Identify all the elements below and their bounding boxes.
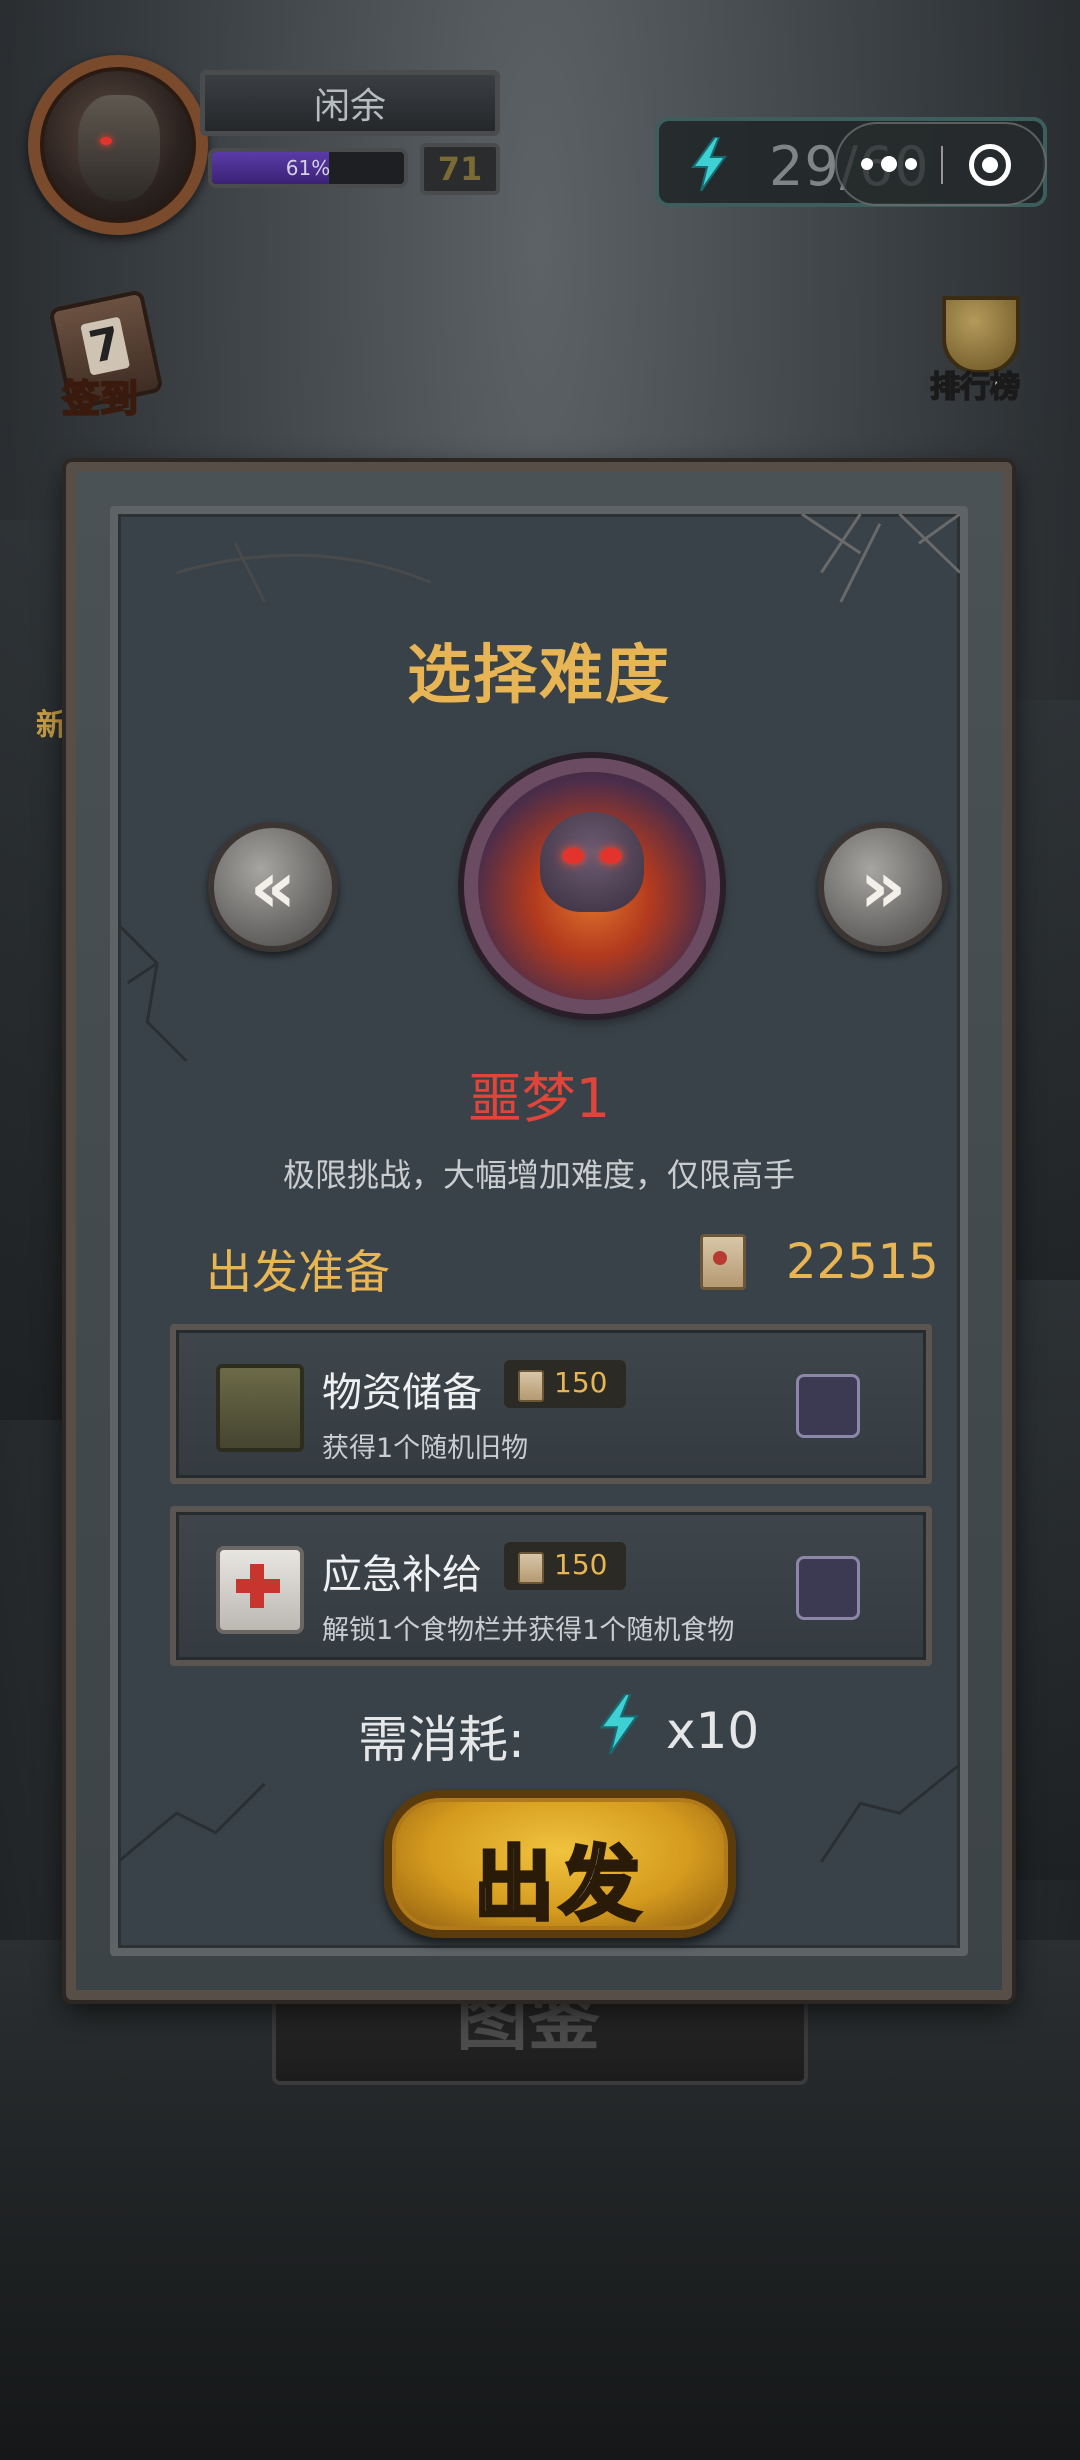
- supply-description: 解锁1个食物栏并获得1个随机食物: [322, 1615, 735, 1646]
- double-chevron-right-icon: »: [859, 845, 907, 929]
- next-difficulty-button[interactable]: »: [818, 822, 948, 952]
- difficulty-emblem: [464, 758, 720, 1014]
- supply-price-badge: 150: [504, 1542, 626, 1590]
- supply-reserve-checkbox[interactable]: [796, 1374, 860, 1438]
- difficulty-description: 极限挑战，大幅增加难度，仅限高手: [282, 1156, 795, 1194]
- player-name: 闲余: [313, 86, 386, 127]
- more-menu-button[interactable]: [837, 124, 941, 204]
- supply-emergency-checkbox[interactable]: [796, 1556, 860, 1620]
- scroll-coin-icon: [518, 1552, 544, 1584]
- more-dots-icon: [861, 158, 873, 170]
- supply-option-emergency[interactable]: 应急补给 150 解锁1个食物栏并获得1个随机食物: [170, 1506, 932, 1666]
- medkit-icon: [216, 1546, 304, 1634]
- supply-price: 150: [554, 1548, 608, 1581]
- difficulty-name: 噩梦1: [467, 1067, 611, 1130]
- previous-difficulty-button[interactable]: «: [208, 822, 338, 952]
- supply-description: 获得1个随机旧物: [322, 1433, 529, 1464]
- capsule-divider: [941, 146, 943, 184]
- skull-icon: [540, 812, 644, 912]
- xp-progress-bar: 61%: [208, 148, 408, 188]
- supply-name: 应急补给: [322, 1552, 482, 1598]
- supply-price: 150: [554, 1366, 608, 1399]
- leaderboard-label: 排行榜: [929, 369, 1021, 406]
- miniprogram-capsule: [835, 122, 1047, 206]
- scroll-coin-icon: [700, 1234, 746, 1290]
- checkin-label: 签到: [61, 376, 139, 422]
- double-chevron-left-icon: «: [249, 845, 297, 929]
- checkin-button[interactable]: 7 签到: [38, 289, 168, 422]
- preparation-title: 出发准备: [206, 1245, 390, 1299]
- depart-label: 出发: [472, 1836, 646, 1933]
- scroll-coin-icon: [518, 1370, 544, 1402]
- difficulty-dialog: 选择难度 « » 噩梦1 极限挑战，大幅增加难度，仅限高手 出发准备 22515…: [66, 462, 1012, 2000]
- supply-price-badge: 150: [504, 1360, 626, 1408]
- cracks-decoration: [118, 514, 960, 1864]
- cost-value: x10: [666, 1702, 760, 1760]
- supply-name: 物资储备: [322, 1370, 482, 1416]
- lightning-icon: [691, 137, 727, 191]
- cost-label: 需消耗:: [358, 1711, 525, 1769]
- player-avatar[interactable]: [28, 55, 208, 235]
- checkin-day: 7: [80, 316, 131, 376]
- xp-percent-label: 61%: [285, 156, 331, 180]
- crate-icon: [216, 1364, 304, 1452]
- leaderboard-button[interactable]: 排行榜: [912, 290, 1042, 420]
- supply-option-reserve[interactable]: 物资储备 150 获得1个随机旧物: [170, 1324, 932, 1484]
- dialog-inner-panel: 选择难度 « » 噩梦1 极限挑战，大幅增加难度，仅限高手 出发准备 22515…: [110, 506, 968, 1956]
- depart-button[interactable]: 出发: [384, 1790, 736, 1938]
- player-level: 71: [420, 143, 500, 195]
- player-name-plate: 闲余: [200, 70, 500, 136]
- coin-balance: 22515: [786, 1234, 939, 1290]
- lightning-icon: [599, 1694, 639, 1754]
- dialog-title: 选择难度: [407, 639, 671, 713]
- partial-side-label: 新: [36, 708, 66, 743]
- close-miniprogram-button[interactable]: [969, 144, 1011, 186]
